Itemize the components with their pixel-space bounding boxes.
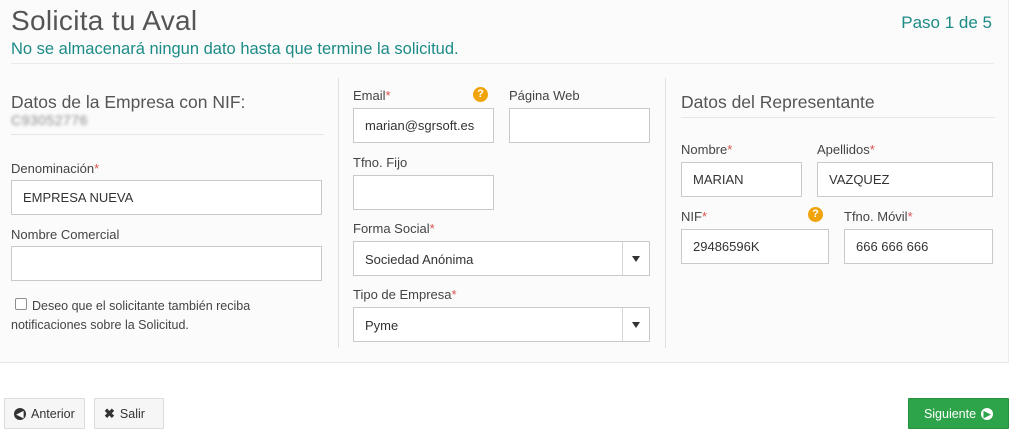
notify-checkbox[interactable] <box>15 298 27 310</box>
required-mark: * <box>385 88 391 103</box>
column-divider-1 <box>338 78 339 348</box>
empresa-section-rule <box>11 134 324 135</box>
tipo-empresa-select[interactable]: Pyme <box>353 307 650 342</box>
caret-down-icon[interactable] <box>622 242 649 275</box>
tipo-empresa-label: Tipo de Empresa* <box>353 287 457 302</box>
representante-section-rule <box>681 117 995 118</box>
denominacion-input[interactable] <box>11 180 322 215</box>
nombre-comercial-input[interactable] <box>11 246 322 281</box>
siguiente-button[interactable]: Siguiente ▶ <box>908 398 1009 429</box>
page-title: Solicita tu Aval <box>11 5 198 36</box>
times-icon: ✖ <box>104 405 115 421</box>
question-circle-icon[interactable]: ? <box>808 207 823 222</box>
tipo-empresa-value: Pyme <box>365 318 399 333</box>
denominacion-label: Denominación* <box>11 161 100 176</box>
salir-button-label: Salir <box>119 406 145 421</box>
forma-social-value: Sociedad Anónima <box>365 252 474 267</box>
page-subtitle: No se almacenará ningun dato hasta que t… <box>11 40 459 58</box>
required-mark: * <box>869 142 875 157</box>
apellidos-input[interactable] <box>817 162 993 197</box>
required-mark: * <box>451 287 457 302</box>
tfno-fijo-label: Tfno. Fijo <box>353 155 408 170</box>
tfno-fijo-input[interactable] <box>353 175 494 210</box>
required-mark: * <box>727 142 733 157</box>
column-divider-2 <box>665 78 666 348</box>
question-circle-icon[interactable]: ? <box>473 87 488 102</box>
required-mark: * <box>907 209 913 224</box>
empresa-nif-masked: C93052776 <box>11 112 88 128</box>
empresa-section-title: Datos de la Empresa con NIF: <box>11 92 246 112</box>
nif-label: NIF* <box>681 209 708 224</box>
arrow-circle-left-icon: ◀ <box>14 407 26 420</box>
required-mark: * <box>701 209 708 224</box>
tfno-movil-label: Tfno. Móvil* <box>844 209 913 224</box>
representante-section-title: Datos del Representante <box>681 92 875 112</box>
required-mark: * <box>429 221 435 236</box>
pagina-web-label: Página Web <box>509 88 580 103</box>
header-divider <box>11 63 994 64</box>
arrow-circle-right-icon: ▶ <box>981 407 994 420</box>
nif-input[interactable] <box>681 229 829 264</box>
apellidos-label: Apellidos* <box>817 142 875 157</box>
siguiente-button-label: Siguiente <box>923 406 977 421</box>
step-indicator: Paso 1 de 5 <box>901 13 992 32</box>
tfno-movil-input[interactable] <box>844 229 993 264</box>
email-label: Email* <box>353 88 391 103</box>
pagina-web-input[interactable] <box>509 108 650 143</box>
email-input[interactable] <box>353 108 494 143</box>
nombre-input[interactable] <box>681 162 802 197</box>
anterior-button-label: Anterior <box>31 406 75 421</box>
caret-down-icon[interactable] <box>622 308 649 341</box>
forma-social-label: Forma Social* <box>353 221 435 236</box>
nombre-comercial-label: Nombre Comercial <box>11 227 120 242</box>
notify-checkbox-label: Deseo que el solicitante también reciba … <box>11 299 251 332</box>
anterior-button[interactable]: ◀ Anterior <box>4 398 85 429</box>
forma-social-select[interactable]: Sociedad Anónima <box>353 241 650 276</box>
required-mark: * <box>94 161 100 176</box>
nombre-label: Nombre* <box>681 142 733 157</box>
form-panel: Solicita tu Aval No se almacenará ningun… <box>0 0 1009 363</box>
salir-button[interactable]: ✖ Salir <box>94 398 164 429</box>
